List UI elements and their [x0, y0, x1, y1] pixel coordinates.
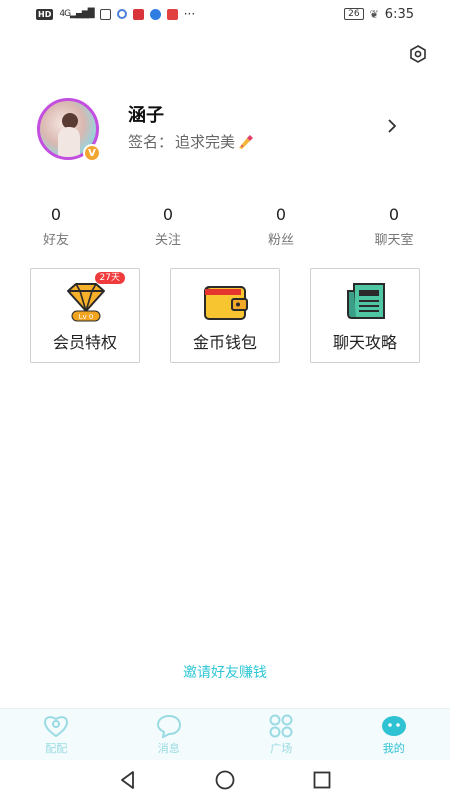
newspaper-icon [347, 283, 385, 319]
stats-row: 0 好友 0 关注 0 粉丝 0 聊天室 [0, 205, 450, 249]
signature: 签名： 追求完美 [128, 131, 255, 152]
diamond-icon: Lv 0 [67, 283, 105, 322]
invite-friends-link[interactable]: 邀请好友赚钱 [0, 662, 450, 682]
grid-circles-icon [269, 714, 293, 737]
status-right: 26 ❦ 6:35 [344, 7, 414, 22]
tab-messages[interactable]: 消息 [113, 709, 226, 760]
stat-label: 关注 [154, 233, 181, 248]
profile-face-icon [381, 715, 406, 736]
nail-polish-emoji-icon [239, 134, 254, 149]
system-nav-bar [0, 760, 450, 800]
clock: 6:35 [384, 6, 414, 22]
network-signal-icon: 4G▂▄▆█ [59, 9, 94, 19]
chat-bubble-icon [156, 714, 181, 738]
vip-level-text: Lv 0 [79, 313, 94, 321]
vip-badge: V [83, 144, 101, 162]
network-type: 4G [59, 9, 71, 19]
stat-value: 0 [275, 205, 287, 224]
tab-label: 消息 [157, 741, 180, 755]
stat-label: 好友 [42, 233, 69, 248]
chevron-right-icon [388, 119, 397, 133]
tab-plaza[interactable]: 广场 [225, 709, 338, 760]
stat-label: 聊天室 [374, 233, 414, 248]
profile-detail-arrow[interactable] [382, 116, 402, 136]
tab-match[interactable]: 配配 [0, 709, 113, 760]
card-label: 金币钱包 [192, 333, 257, 352]
tab-mine[interactable]: 我的 [338, 709, 450, 760]
wallet-icon [204, 286, 248, 320]
settings-hexagon-icon [410, 45, 426, 63]
app-badge-icon [166, 8, 178, 20]
battery-level: 26 [348, 9, 360, 19]
status-bar: HD 4G▂▄▆█ ··· 26 ❦ 6:35 [0, 0, 450, 28]
info-notification-icon [149, 8, 161, 20]
settings-button[interactable] [408, 44, 428, 64]
stat-following[interactable]: 0 关注 [128, 205, 208, 248]
membership-card[interactable]: 27天 Lv 0 会员特权 [30, 268, 140, 363]
battery-icon: 26 [344, 8, 364, 20]
card-label: 聊天攻略 [332, 333, 397, 352]
stat-fans[interactable]: 0 粉丝 [241, 205, 321, 248]
folder-icon [99, 8, 111, 20]
signature-text: 追求完美 [175, 133, 236, 151]
chat-guide-card[interactable]: 聊天攻略 [310, 268, 420, 363]
stat-value: 0 [388, 205, 400, 224]
leaf-icon: ❦ [369, 7, 379, 21]
avatar-container[interactable]: V [37, 98, 101, 162]
mail-notification-icon [132, 8, 144, 20]
more-notifications-icon: ··· [183, 7, 196, 21]
stat-value: 0 [50, 205, 62, 224]
bottom-tab-bar: 配配 消息 广场 我的 [0, 708, 450, 760]
hd-icon: HD [36, 8, 54, 20]
match-tab-icon [44, 715, 69, 737]
stat-chatrooms[interactable]: 0 聊天室 [354, 205, 434, 248]
nickname: 涵子 [128, 105, 164, 126]
tab-label: 我的 [382, 741, 405, 755]
stat-friends[interactable]: 0 好友 [16, 205, 96, 248]
stat-label: 粉丝 [267, 233, 294, 248]
stat-value: 0 [162, 205, 174, 224]
home-circle-icon[interactable] [214, 769, 236, 791]
wallet-card[interactable]: 金币钱包 [170, 268, 280, 363]
tab-label: 广场 [270, 741, 293, 755]
back-triangle-icon[interactable] [117, 769, 139, 791]
signature-label: 签名： [128, 133, 174, 151]
card-label: 会员特权 [52, 333, 117, 352]
tab-label: 配配 [45, 741, 68, 755]
recents-square-icon[interactable] [311, 769, 333, 791]
status-left: HD 4G▂▄▆█ ··· [36, 7, 195, 21]
app-notification-icon [116, 9, 127, 19]
